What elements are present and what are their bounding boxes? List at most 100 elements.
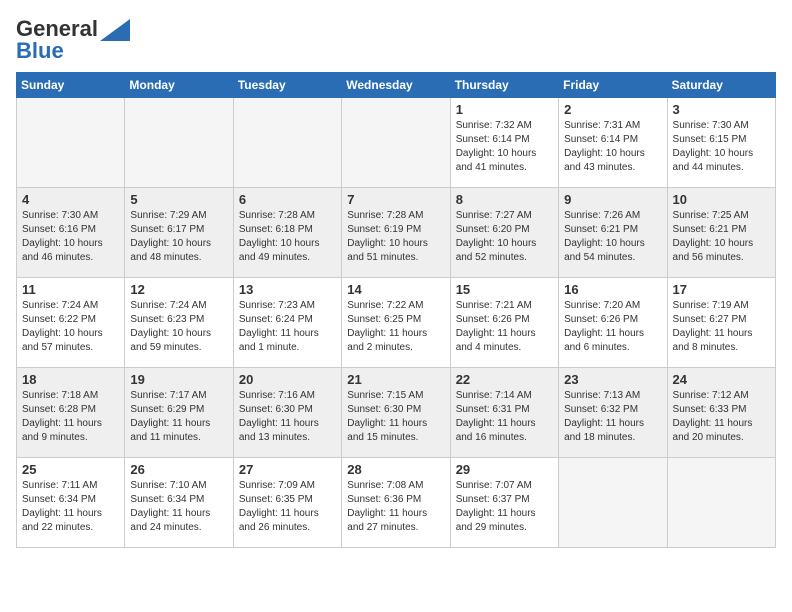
- day-number: 13: [239, 282, 336, 297]
- calendar-header-row: SundayMondayTuesdayWednesdayThursdayFrid…: [17, 73, 776, 98]
- day-number: 5: [130, 192, 227, 207]
- day-number: 14: [347, 282, 444, 297]
- day-info: Sunrise: 7:14 AM Sunset: 6:31 PM Dayligh…: [456, 389, 553, 445]
- day-info: Sunrise: 7:18 AM Sunset: 6:28 PM Dayligh…: [22, 389, 119, 445]
- day-cell: 23 Sunrise: 7:13 AM Sunset: 6:32 PM Dayli…: [559, 368, 667, 458]
- day-cell: 10 Sunrise: 7:25 AM Sunset: 6:21 PM Dayli…: [667, 188, 775, 278]
- day-cell: 7 Sunrise: 7:28 AM Sunset: 6:19 PM Daylig…: [342, 188, 450, 278]
- day-number: 21: [347, 372, 444, 387]
- day-cell: 22 Sunrise: 7:14 AM Sunset: 6:31 PM Dayli…: [450, 368, 558, 458]
- calendar-week-row: 4Sunrise: 7:30 AM Sunset: 6:16 PM Daylig…: [17, 188, 776, 278]
- header-saturday: Saturday: [667, 73, 775, 98]
- day-info: Sunrise: 7:28 AM Sunset: 6:18 PM Dayligh…: [239, 209, 336, 265]
- day-info: Sunrise: 7:24 AM Sunset: 6:22 PM Dayligh…: [22, 299, 119, 355]
- day-number: 25: [22, 462, 119, 477]
- day-number: 8: [456, 192, 553, 207]
- day-cell: 5 Sunrise: 7:29 AM Sunset: 6:17 PM Daylig…: [125, 188, 233, 278]
- day-number: 27: [239, 462, 336, 477]
- day-cell: 4Sunrise: 7:30 AM Sunset: 6:16 PM Daylig…: [17, 188, 125, 278]
- day-number: 15: [456, 282, 553, 297]
- empty-cell: [559, 458, 667, 548]
- day-number: 9: [564, 192, 661, 207]
- day-cell: 19Sunrise: 7:17 AM Sunset: 6:29 PM Dayli…: [125, 368, 233, 458]
- day-info: Sunrise: 7:29 AM Sunset: 6:17 PM Dayligh…: [130, 209, 227, 265]
- logo-subtext: Blue: [16, 38, 64, 64]
- day-number: 10: [673, 192, 770, 207]
- day-info: Sunrise: 7:11 AM Sunset: 6:34 PM Dayligh…: [22, 479, 119, 535]
- day-info: Sunrise: 7:08 AM Sunset: 6:36 PM Dayligh…: [347, 479, 444, 535]
- day-info: Sunrise: 7:23 AM Sunset: 6:24 PM Dayligh…: [239, 299, 336, 355]
- day-info: Sunrise: 7:16 AM Sunset: 6:30 PM Dayligh…: [239, 389, 336, 445]
- empty-cell: [233, 98, 341, 188]
- day-info: Sunrise: 7:26 AM Sunset: 6:21 PM Dayligh…: [564, 209, 661, 265]
- empty-cell: [17, 98, 125, 188]
- day-cell: 3 Sunrise: 7:30 AM Sunset: 6:15 PM Daylig…: [667, 98, 775, 188]
- day-cell: 26 Sunrise: 7:10 AM Sunset: 6:34 PM Dayli…: [125, 458, 233, 548]
- day-number: 20: [239, 372, 336, 387]
- day-cell: 28 Sunrise: 7:08 AM Sunset: 6:36 PM Dayli…: [342, 458, 450, 548]
- day-number: 4: [22, 192, 119, 207]
- calendar-week-row: 25 Sunrise: 7:11 AM Sunset: 6:34 PM Dayli…: [17, 458, 776, 548]
- day-cell: 21 Sunrise: 7:15 AM Sunset: 6:30 PM Dayli…: [342, 368, 450, 458]
- day-number: 16: [564, 282, 661, 297]
- day-info: Sunrise: 7:32 AM Sunset: 6:14 PM Dayligh…: [456, 119, 553, 175]
- day-info: Sunrise: 7:24 AM Sunset: 6:23 PM Dayligh…: [130, 299, 227, 355]
- day-info: Sunrise: 7:21 AM Sunset: 6:26 PM Dayligh…: [456, 299, 553, 355]
- day-info: Sunrise: 7:25 AM Sunset: 6:21 PM Dayligh…: [673, 209, 770, 265]
- calendar-week-row: 11 Sunrise: 7:24 AM Sunset: 6:22 PM Dayli…: [17, 278, 776, 368]
- day-number: 3: [673, 102, 770, 117]
- day-info: Sunrise: 7:30 AM Sunset: 6:15 PM Dayligh…: [673, 119, 770, 175]
- day-cell: 8 Sunrise: 7:27 AM Sunset: 6:20 PM Daylig…: [450, 188, 558, 278]
- day-number: 6: [239, 192, 336, 207]
- day-number: 29: [456, 462, 553, 477]
- day-number: 24: [673, 372, 770, 387]
- day-cell: 2 Sunrise: 7:31 AM Sunset: 6:14 PM Daylig…: [559, 98, 667, 188]
- day-number: 12: [130, 282, 227, 297]
- day-number: 28: [347, 462, 444, 477]
- logo: General Blue: [16, 16, 130, 64]
- day-number: 26: [130, 462, 227, 477]
- day-cell: 14 Sunrise: 7:22 AM Sunset: 6:25 PM Dayli…: [342, 278, 450, 368]
- day-number: 23: [564, 372, 661, 387]
- empty-cell: [342, 98, 450, 188]
- logo-icon: [100, 19, 130, 41]
- day-number: 22: [456, 372, 553, 387]
- calendar-week-row: 1 Sunrise: 7:32 AM Sunset: 6:14 PM Daylig…: [17, 98, 776, 188]
- day-info: Sunrise: 7:31 AM Sunset: 6:14 PM Dayligh…: [564, 119, 661, 175]
- day-info: Sunrise: 7:15 AM Sunset: 6:30 PM Dayligh…: [347, 389, 444, 445]
- calendar-week-row: 18 Sunrise: 7:18 AM Sunset: 6:28 PM Dayli…: [17, 368, 776, 458]
- day-info: Sunrise: 7:19 AM Sunset: 6:27 PM Dayligh…: [673, 299, 770, 355]
- day-number: 18: [22, 372, 119, 387]
- empty-cell: [667, 458, 775, 548]
- day-cell: 11 Sunrise: 7:24 AM Sunset: 6:22 PM Dayli…: [17, 278, 125, 368]
- day-info: Sunrise: 7:12 AM Sunset: 6:33 PM Dayligh…: [673, 389, 770, 445]
- day-cell: 13 Sunrise: 7:23 AM Sunset: 6:24 PM Dayli…: [233, 278, 341, 368]
- header-wednesday: Wednesday: [342, 73, 450, 98]
- day-number: 2: [564, 102, 661, 117]
- day-cell: 12 Sunrise: 7:24 AM Sunset: 6:23 PM Dayli…: [125, 278, 233, 368]
- day-number: 11: [22, 282, 119, 297]
- day-info: Sunrise: 7:09 AM Sunset: 6:35 PM Dayligh…: [239, 479, 336, 535]
- day-info: Sunrise: 7:10 AM Sunset: 6:34 PM Dayligh…: [130, 479, 227, 535]
- day-cell: 27 Sunrise: 7:09 AM Sunset: 6:35 PM Dayli…: [233, 458, 341, 548]
- day-cell: 17 Sunrise: 7:19 AM Sunset: 6:27 PM Dayli…: [667, 278, 775, 368]
- day-cell: 16Sunrise: 7:20 AM Sunset: 6:26 PM Dayli…: [559, 278, 667, 368]
- day-cell: 6 Sunrise: 7:28 AM Sunset: 6:18 PM Daylig…: [233, 188, 341, 278]
- day-cell: 1 Sunrise: 7:32 AM Sunset: 6:14 PM Daylig…: [450, 98, 558, 188]
- header-sunday: Sunday: [17, 73, 125, 98]
- day-cell: 9 Sunrise: 7:26 AM Sunset: 6:21 PM Daylig…: [559, 188, 667, 278]
- day-cell: 18 Sunrise: 7:18 AM Sunset: 6:28 PM Dayli…: [17, 368, 125, 458]
- day-number: 7: [347, 192, 444, 207]
- day-cell: 24 Sunrise: 7:12 AM Sunset: 6:33 PM Dayli…: [667, 368, 775, 458]
- day-cell: 20 Sunrise: 7:16 AM Sunset: 6:30 PM Dayli…: [233, 368, 341, 458]
- empty-cell: [125, 98, 233, 188]
- day-number: 17: [673, 282, 770, 297]
- day-cell: 29 Sunrise: 7:07 AM Sunset: 6:37 PM Dayli…: [450, 458, 558, 548]
- day-number: 1: [456, 102, 553, 117]
- day-info: Sunrise: 7:22 AM Sunset: 6:25 PM Dayligh…: [347, 299, 444, 355]
- day-info: Sunrise: 7:27 AM Sunset: 6:20 PM Dayligh…: [456, 209, 553, 265]
- day-info: Sunrise: 7:13 AM Sunset: 6:32 PM Dayligh…: [564, 389, 661, 445]
- calendar-table: SundayMondayTuesdayWednesdayThursdayFrid…: [16, 72, 776, 548]
- day-info: Sunrise: 7:28 AM Sunset: 6:19 PM Dayligh…: [347, 209, 444, 265]
- day-info: Sunrise: 7:07 AM Sunset: 6:37 PM Dayligh…: [456, 479, 553, 535]
